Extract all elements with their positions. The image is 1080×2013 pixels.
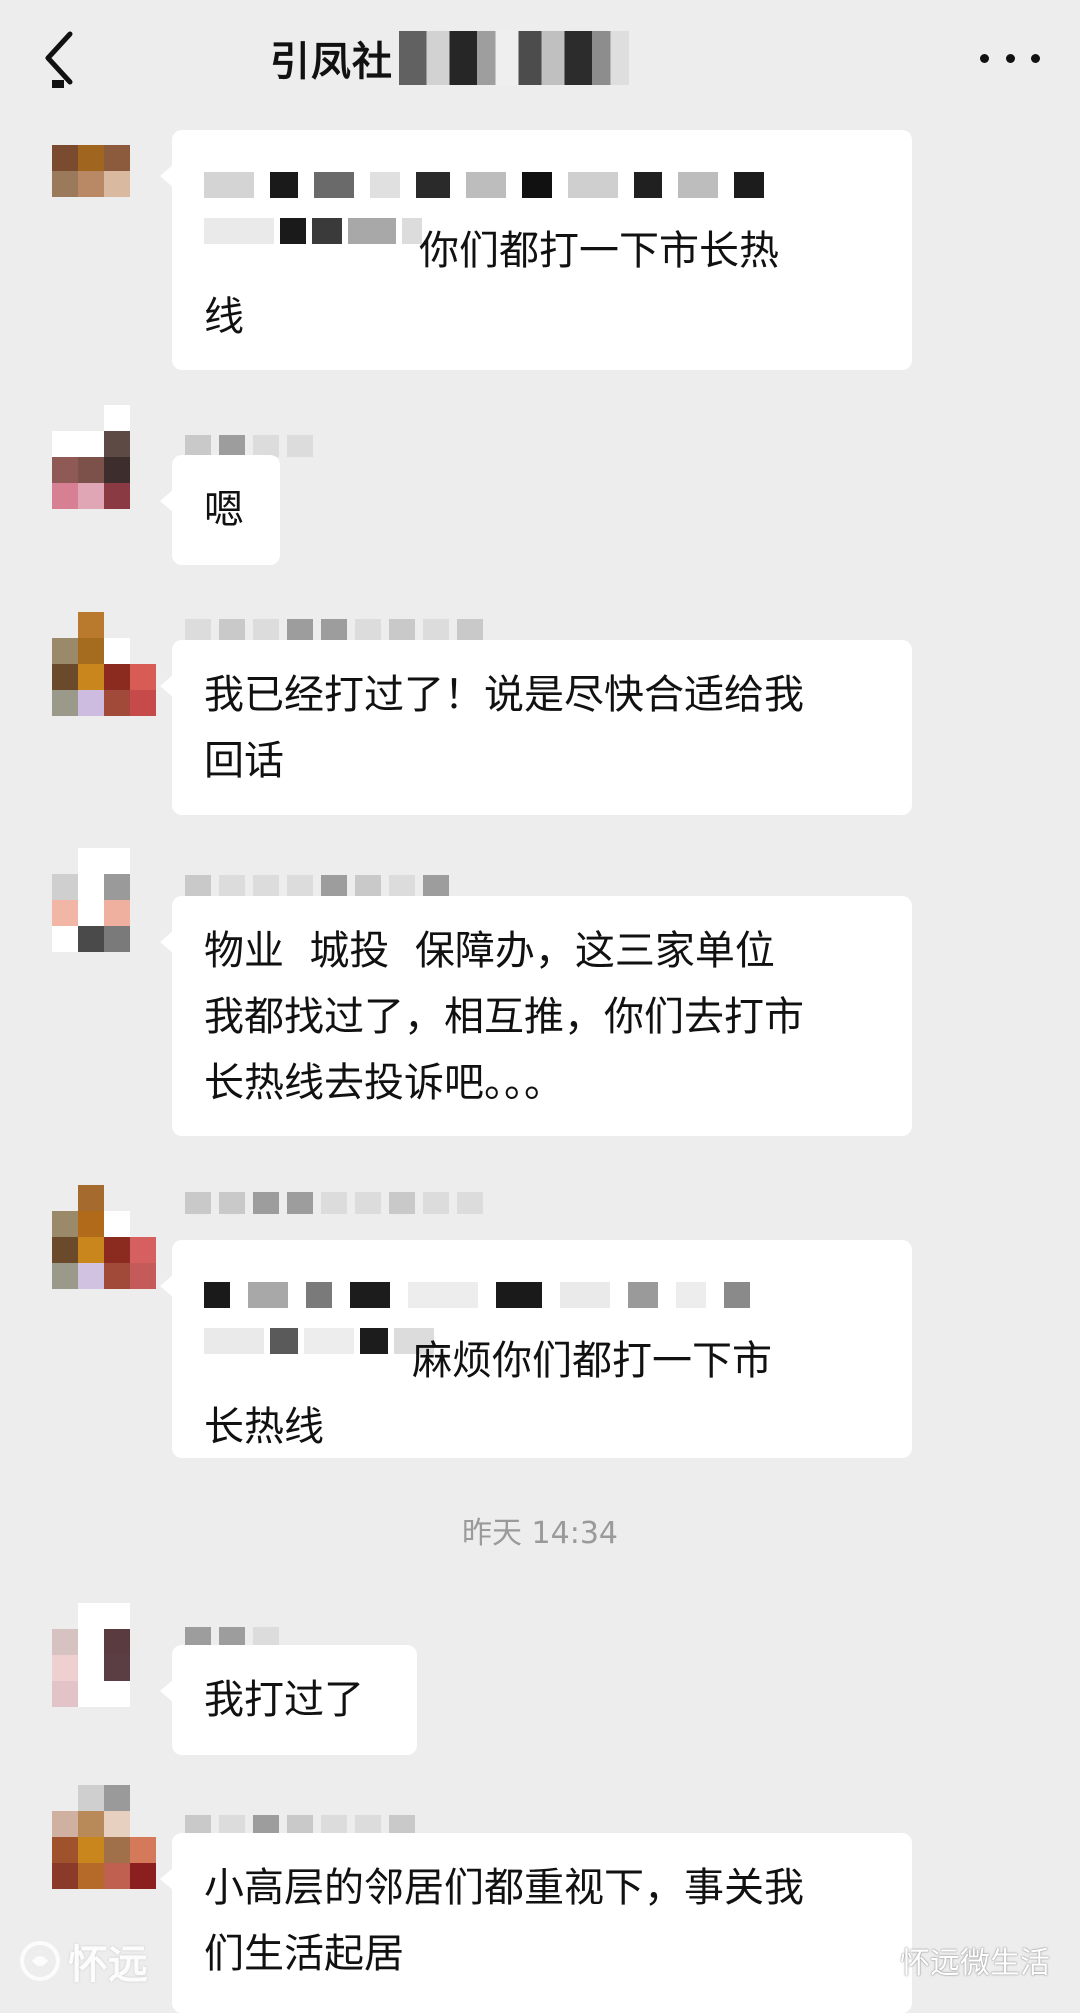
avatar[interactable] xyxy=(52,405,156,509)
message-text: 麻烦你们都打一下市 长热线 xyxy=(204,1338,772,1450)
avatar[interactable] xyxy=(52,612,156,716)
timestamp: 昨天 14:34 xyxy=(462,1516,618,1551)
chat-header: 引凤社 xyxy=(0,0,1080,118)
message-text: 嗯 xyxy=(204,487,244,533)
watermark-right-text: 怀远微生活 xyxy=(900,1946,1050,1981)
message-bubble[interactable]: 物业 城投 保障办，这三家单位 我都找过了，相互推，你们去打市 长热线去投诉吧。… xyxy=(160,896,912,1136)
message-text: 物业 城投 保障办，这三家单位 我都找过了，相互推，你们去打市 长热线去投诉吧。… xyxy=(204,928,804,1106)
back-button[interactable] xyxy=(36,28,96,90)
message-text: 小高层的邻居们都重视下，事关我 们生活起居 xyxy=(204,1865,804,1977)
watermark-wechat: 怀远微生活 xyxy=(852,1935,1050,1985)
redacted-mosaic xyxy=(204,1262,880,1328)
avatar[interactable] xyxy=(52,145,156,249)
chat-title-text: 引凤社 xyxy=(270,39,393,85)
message-bubble[interactable]: 你们都打一下市长热 线 xyxy=(160,130,912,370)
message-text: 你们都打一下市长热 线 xyxy=(204,228,779,340)
message-bubble[interactable]: 我打过了 xyxy=(160,1645,417,1755)
more-button[interactable] xyxy=(980,40,1040,76)
message-text: 我已经打过了！说是尽快合适给我 回话 xyxy=(204,672,804,784)
more-dot xyxy=(980,53,989,63)
message-bubble[interactable]: 小高层的邻居们都重视下，事关我 们生活起居 xyxy=(160,1833,912,2013)
message-text: 我打过了 xyxy=(204,1677,364,1723)
chat-title: 引凤社 xyxy=(270,28,629,88)
message-bubble[interactable]: 我已经打过了！说是尽快合适给我 回话 xyxy=(160,640,912,815)
message-bubble[interactable]: 嗯 xyxy=(160,455,280,565)
redacted-mosaic xyxy=(204,152,880,218)
sender-name-redacted xyxy=(185,1190,525,1216)
chevron-left-icon xyxy=(45,31,73,90)
watermark-logo: 怀远 xyxy=(0,1920,210,2002)
watermark-circle-icon xyxy=(20,1941,60,1981)
avatar[interactable] xyxy=(52,1785,156,1889)
more-dot xyxy=(1031,53,1040,63)
avatar[interactable] xyxy=(52,1603,156,1707)
title-redacted-mosaic xyxy=(399,31,629,85)
wechat-icon xyxy=(852,1944,892,1974)
message-bubble[interactable]: 麻烦你们都打一下市 长热线 xyxy=(160,1240,912,1458)
watermark-left-text: 怀远 xyxy=(68,1942,148,1988)
avatar[interactable] xyxy=(52,848,156,952)
more-dot xyxy=(1005,53,1015,63)
avatar[interactable] xyxy=(52,1185,156,1289)
